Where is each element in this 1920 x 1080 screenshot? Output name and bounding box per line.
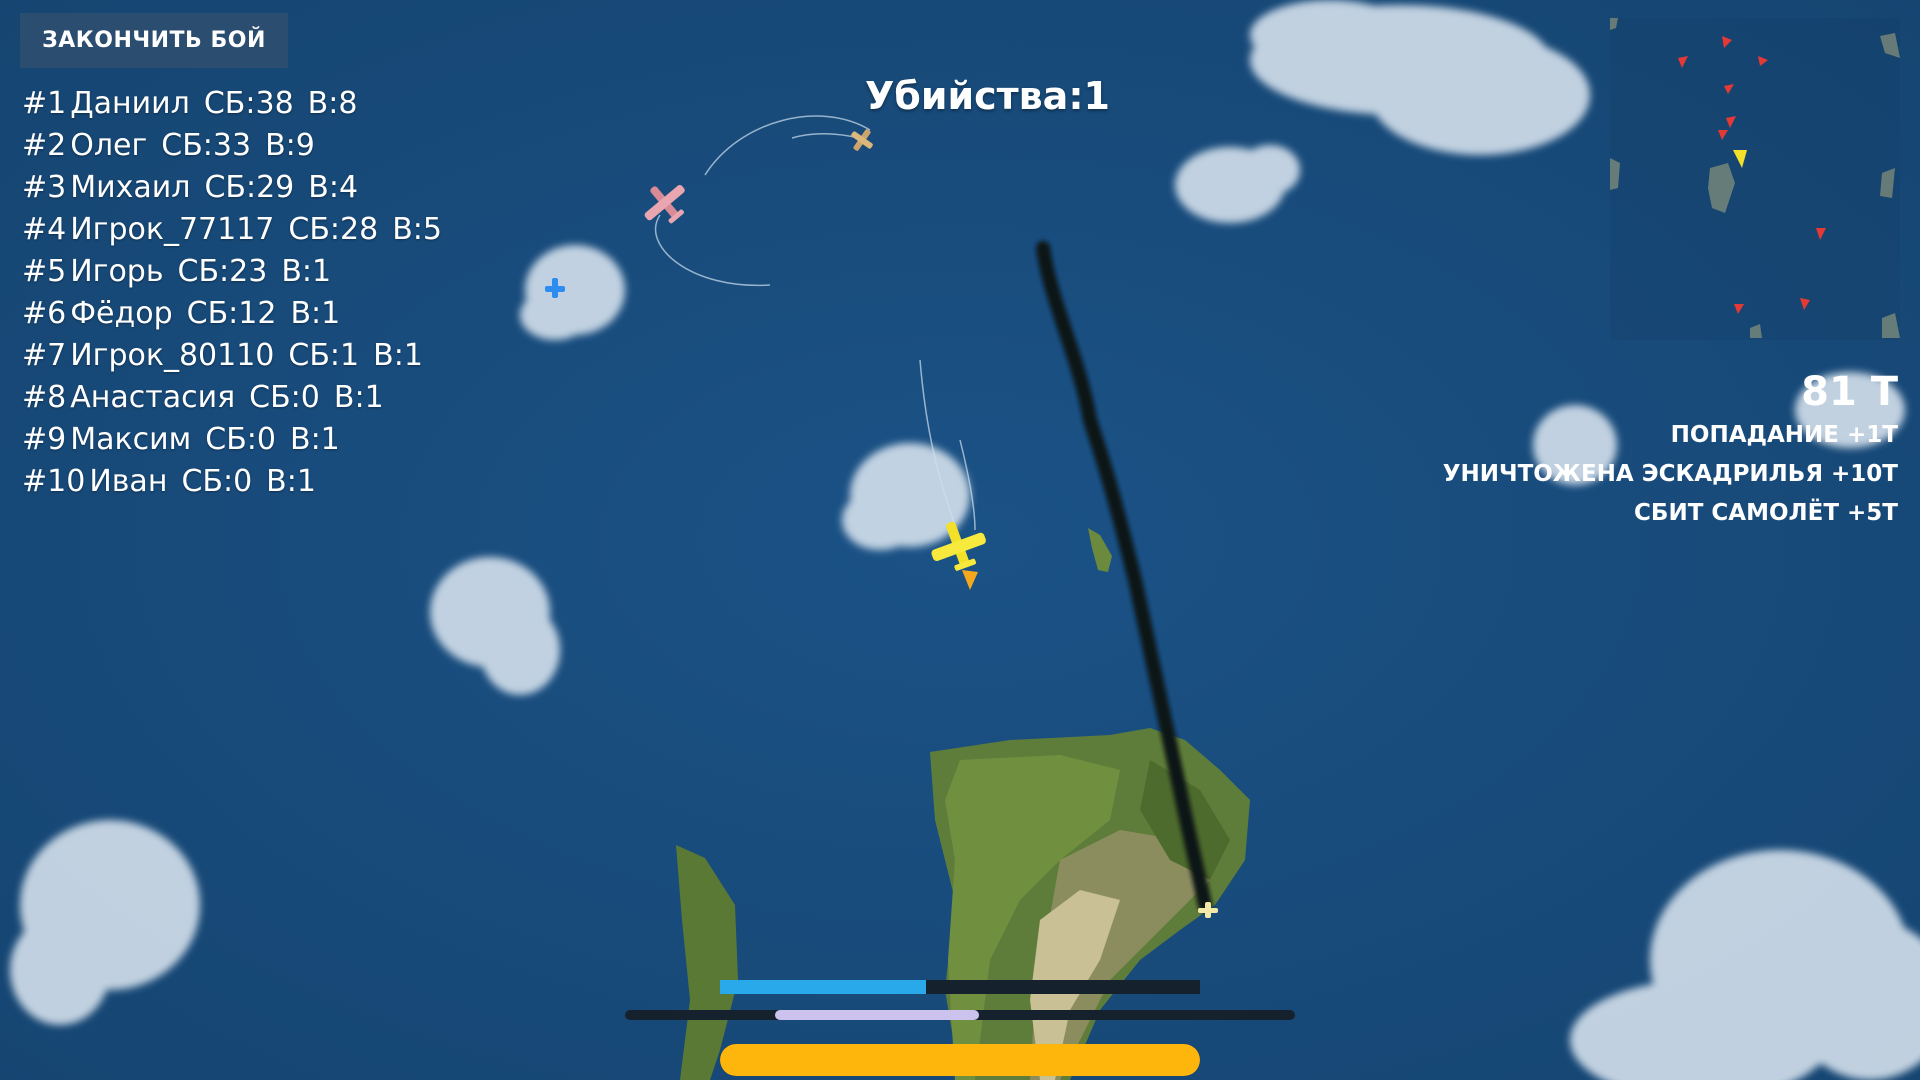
leaderboard-row: #8 Анастасия СБ:0 В:1 [22,377,442,419]
leaderboard-victories: В:1 [289,422,340,457]
leaderboard-name: Анастасия [70,380,236,415]
leaderboard-score: СБ:0 [249,380,320,415]
minimap-canvas [1610,18,1900,338]
leaderboard-rank: #5 [22,254,67,289]
leaderboard-rank: #7 [22,338,67,373]
leaderboard-victories: В:4 [308,170,359,205]
boost-bar [720,980,1200,994]
health-bar [720,1044,1200,1076]
leaderboard-score: СБ:0 [205,422,276,457]
leaderboard-victories: В:5 [392,212,442,247]
leaderboard-row: #2 Олег СБ:33 В:9 [22,125,442,167]
leaderboard-row: #4 Игрок_77117 СБ:28 В:5 [22,209,442,251]
leaderboard-score: СБ:29 [204,170,295,205]
energy-bar-fill [775,1010,979,1020]
leaderboard-row: #7 Игрок_80110 СБ:1 В:1 [22,335,442,377]
minimap-enemy-markers [1678,36,1826,314]
leaderboard-victories: В:8 [307,86,358,121]
leaderboard-victories: В:1 [373,338,423,373]
score-panel: 81 Т ПОПАДАНИЕ +1Т УНИЧТОЖЕНА ЭСКАДРИЛЬЯ… [1443,368,1898,533]
leaderboard-victories: В:1 [281,254,332,289]
leaderboard-rank: #2 [22,128,67,163]
leaderboard-rank: #9 [22,422,67,457]
leaderboard-row: #3 Михаил СБ:29 В:4 [22,167,442,209]
leaderboard-name: Игорь [70,254,164,289]
leaderboard-victories: В:1 [333,380,384,415]
leaderboard-score: СБ:38 [203,86,294,121]
kills-counter: Убийства:1 [865,74,1110,118]
leaderboard-score: СБ:28 [288,212,379,247]
leaderboard-row: #9 Максим СБ:0 В:1 [22,419,442,461]
leaderboard-name: Игрок_77117 [70,212,275,247]
leaderboard-name: Иван [89,464,168,499]
leaderboard-rank: #10 [22,464,86,499]
minimap [1610,18,1900,340]
leaderboard-rank: #4 [22,212,67,247]
score-total: 81 Т [1801,369,1898,415]
leaderboard-score: СБ:23 [177,254,268,289]
leaderboard-rank: #1 [22,86,67,121]
leaderboard-name: Даниил [70,86,190,121]
score-event: ПОПАДАНИЕ +1Т [1670,422,1898,448]
leaderboard-row: #6 Фёдор СБ:12 В:1 [22,293,442,335]
leaderboard-name: Фёдор [70,296,173,331]
leaderboard: #1 Даниил СБ:38 В:8 #2 Олег СБ:33 В:9 #3 Михаил СБ… [22,83,442,503]
leaderboard-name: Максим [70,422,192,457]
leaderboard-score: СБ:12 [186,296,277,331]
score-event: СБИТ САМОЛЁТ +5Т [1634,500,1898,526]
leaderboard-victories: В:9 [265,128,315,163]
leaderboard-name: Олег [70,128,148,163]
leaderboard-rank: #3 [22,170,67,205]
leaderboard-name: Михаил [70,170,191,205]
score-event: УНИЧТОЖЕНА ЭСКАДРИЛЬЯ +10Т [1442,461,1898,487]
leaderboard-score: СБ:33 [161,128,252,163]
boost-bar-fill [720,980,927,994]
leaderboard-victories: В:1 [266,464,316,499]
energy-bar-track [625,1010,1295,1020]
end-battle-button[interactable]: ЗАКОНЧИТЬ БОЙ [20,13,288,68]
energy-bar [775,1010,1145,1020]
leaderboard-row: #1 Даниил СБ:38 В:8 [22,83,442,125]
leaderboard-victories: В:1 [290,296,341,331]
leaderboard-score: СБ:1 [288,338,360,373]
minimap-player-marker [1733,150,1747,168]
minimap-islands [1610,18,1900,338]
leaderboard-score: СБ:0 [181,464,253,499]
leaderboard-rank: #8 [22,380,67,415]
leaderboard-row: #5 Игорь СБ:23 В:1 [22,251,442,293]
leaderboard-row: #10 Иван СБ:0 В:1 [22,461,442,503]
leaderboard-name: Игрок_80110 [70,338,275,373]
leaderboard-rank: #6 [22,296,67,331]
health-bar-fill [720,1044,1200,1076]
